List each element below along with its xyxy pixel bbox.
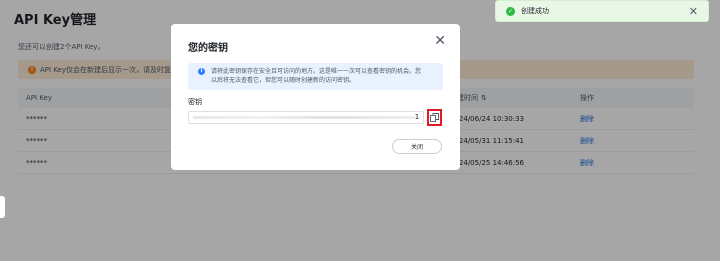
- success-toast: ✓ 创建成功 ✕: [495, 0, 709, 22]
- copy-icon: [430, 113, 439, 122]
- copy-button[interactable]: [427, 109, 442, 126]
- close-button[interactable]: 关闭: [392, 139, 442, 154]
- masked-key-value: [193, 116, 415, 119]
- secret-key-field[interactable]: 1: [188, 111, 424, 124]
- key-tail: 1: [414, 113, 419, 121]
- secret-key-dialog: 您的密钥 ✕ i 请将此密钥保存在安全且可访问的地方。这是唯一一次可以查看密钥的…: [171, 24, 460, 170]
- info-notice: i 请将此密钥保存在安全且可访问的地方。这是唯一一次可以查看密钥的机会。您 以后…: [188, 63, 443, 90]
- toast-text: 创建成功: [521, 7, 549, 15]
- dialog-title: 您的密钥: [188, 43, 228, 54]
- close-icon[interactable]: ✕: [689, 5, 698, 18]
- check-icon: ✓: [506, 6, 515, 16]
- side-collapse-handle[interactable]: [0, 196, 5, 218]
- info-icon: i: [198, 68, 205, 75]
- notice-line-2: 以后将无法查看它，但您可以随时创建新的访问密钥。: [211, 77, 356, 84]
- key-label: 密钥: [188, 98, 202, 106]
- close-icon[interactable]: ✕: [434, 33, 446, 49]
- notice-line-1: 请将此密钥保存在安全且可访问的地方。这是唯一一次可以查看密钥的机会。您: [211, 68, 422, 75]
